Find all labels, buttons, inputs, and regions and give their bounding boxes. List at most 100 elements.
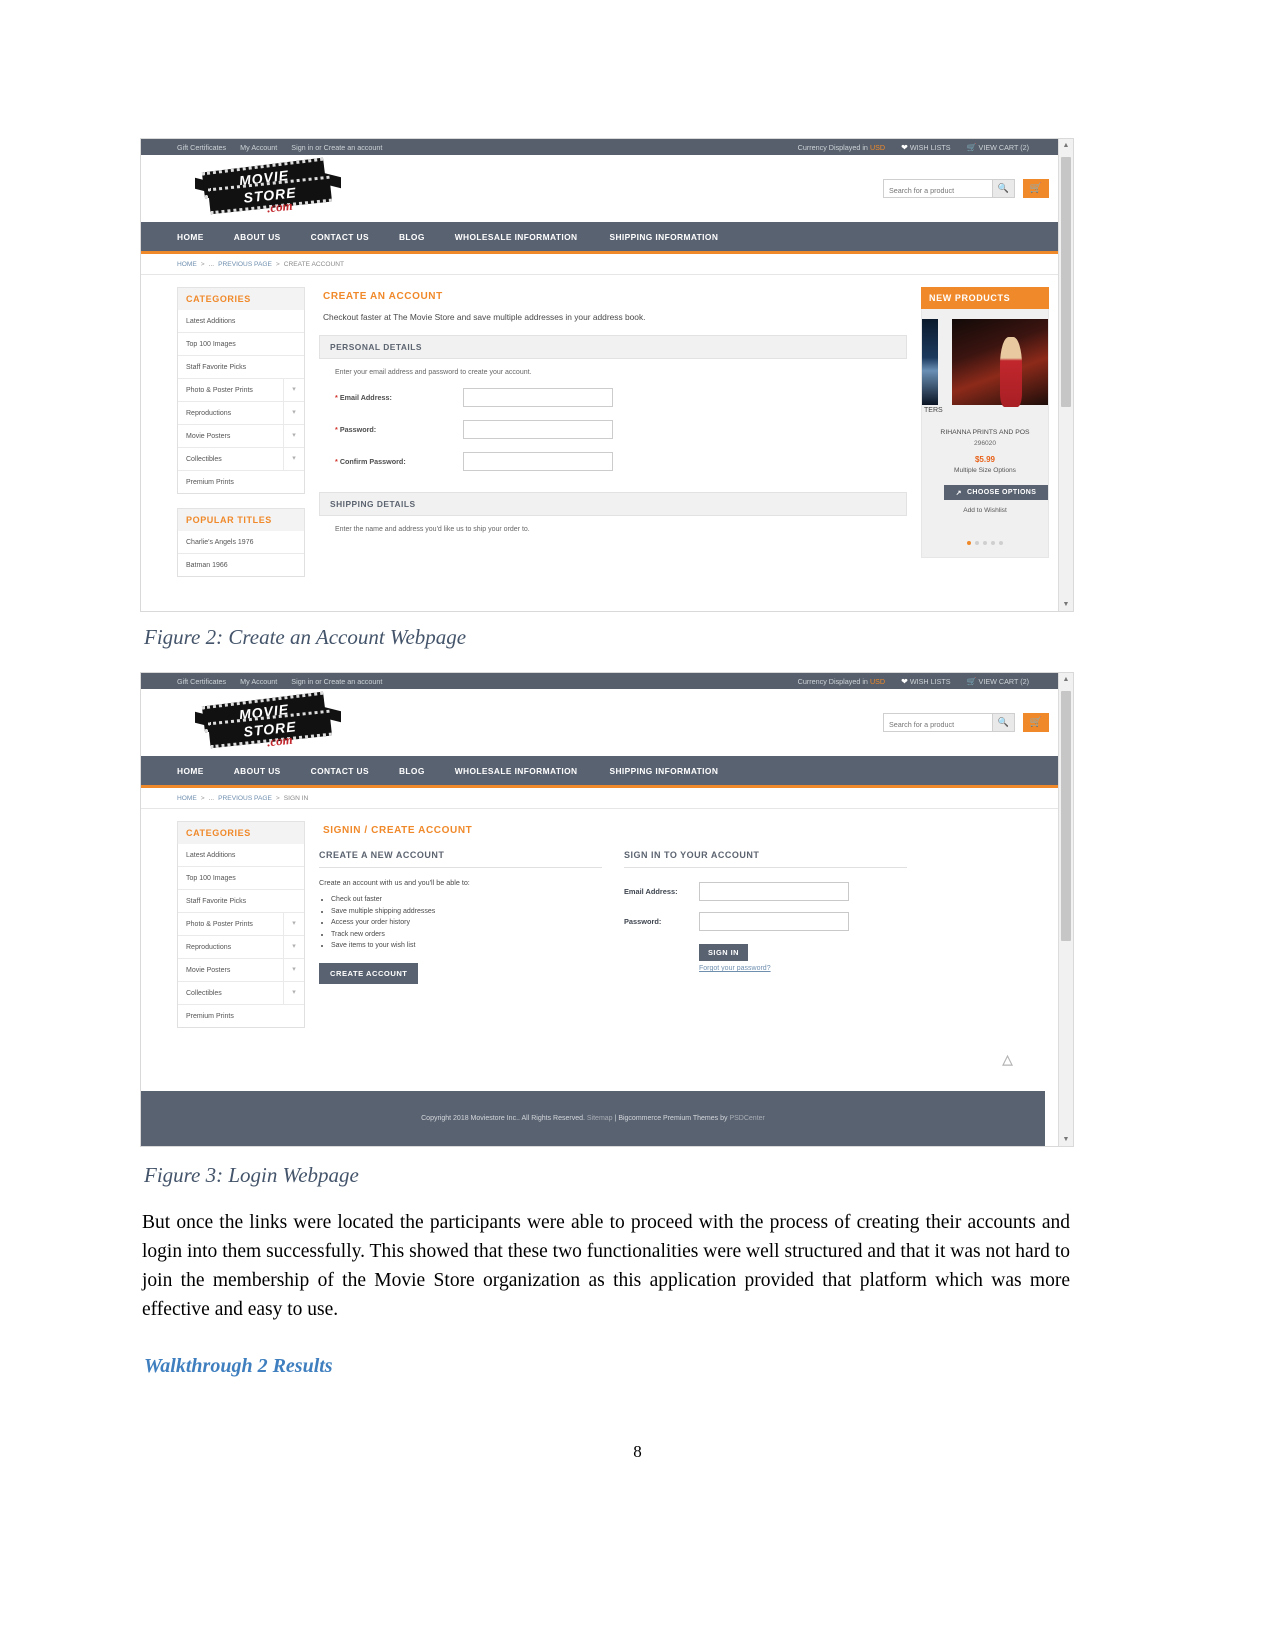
view-cart-link[interactable]: 🛒 VIEW CART (2) (967, 677, 1029, 686)
scroll-down-arrow-icon[interactable]: ▼ (1059, 598, 1073, 611)
footer-sitemap-link[interactable]: Sitemap (587, 1115, 613, 1122)
nav-item-wholesale-information[interactable]: WHOLESALE INFORMATION (455, 232, 578, 242)
sidebar-item-staff-favorite-picks[interactable]: Staff Favorite Picks (178, 356, 304, 379)
topbar-link-my-account[interactable]: My Account (240, 677, 277, 686)
search-input[interactable] (884, 182, 992, 199)
topbar-link-gift-certificates[interactable]: Gift Certificates (177, 143, 226, 152)
sidebar-item-staff-favorite-picks[interactable]: Staff Favorite Picks (178, 890, 304, 913)
currency-value[interactable]: USD (870, 143, 885, 152)
sidebar-item-latest-additions[interactable]: Latest Additions (178, 844, 304, 867)
nav-item-home[interactable]: HOME (177, 766, 204, 776)
topbar-link-my-account[interactable]: My Account (240, 143, 277, 152)
carousel-dot-4[interactable] (991, 541, 995, 545)
header-cart-button[interactable]: 🛒 (1023, 179, 1049, 198)
chevron-down-icon[interactable]: ▾ (283, 425, 304, 447)
sidebar-item-latest-additions[interactable]: Latest Additions (178, 310, 304, 333)
site-logo[interactable]: MOVIE STORE .com (195, 691, 345, 753)
heart-icon: ❤ (901, 142, 908, 152)
search-button[interactable]: 🔍 (993, 179, 1015, 198)
back-to-top-button[interactable]: ▵ (1002, 1048, 1013, 1070)
scroll-down-arrow-icon[interactable]: ▼ (1059, 1133, 1073, 1146)
breadcrumb-separator: > (275, 260, 280, 268)
header-cart-button[interactable]: 🛒 (1023, 713, 1049, 732)
popular-title-charlies-angels[interactable]: Charlie's Angels 1976 (178, 531, 304, 554)
scroll-up-arrow-icon[interactable]: ▲ (1059, 139, 1073, 152)
sidebar-item-collectibles[interactable]: Collectibles ▾ (178, 982, 304, 1005)
list-item: Save multiple shipping addresses (331, 906, 602, 918)
chevron-down-icon[interactable]: ▾ (283, 913, 304, 935)
wish-lists-link[interactable]: ❤ WISH LISTS (901, 143, 950, 152)
fig2-browser-viewport: Gift Certificates My Account Sign in or … (141, 139, 1059, 611)
nav-item-blog[interactable]: BLOG (399, 766, 425, 776)
scrollbar-thumb[interactable] (1061, 157, 1071, 407)
email-field[interactable] (463, 388, 613, 407)
scrollbar-thumb[interactable] (1061, 691, 1071, 941)
footer-theme-author-link[interactable]: PSDCenter (729, 1115, 764, 1122)
create-account-button[interactable]: CREATE ACCOUNT (319, 962, 419, 984)
chevron-down-icon[interactable]: ▾ (283, 379, 304, 401)
wish-lists-link[interactable]: ❤ WISH LISTS (901, 677, 950, 686)
carousel-dot-5[interactable] (999, 541, 1003, 545)
carousel-dot-2[interactable] (975, 541, 979, 545)
topbar-link-gift-certificates[interactable]: Gift Certificates (177, 677, 226, 686)
carousel-dot-3[interactable] (983, 541, 987, 545)
carousel-dots[interactable] (922, 532, 1048, 550)
vertical-scrollbar[interactable]: ▲ ▼ (1058, 673, 1073, 1146)
nav-item-shipping-information[interactable]: SHIPPING INFORMATION (609, 232, 718, 242)
vertical-scrollbar[interactable]: ▲ ▼ (1058, 139, 1073, 611)
currency-value[interactable]: USD (870, 677, 885, 686)
topbar-link-signin-create[interactable]: Sign in or Create an account (291, 143, 382, 152)
sidebar-item-movie-posters[interactable]: Movie Posters ▾ (178, 425, 304, 448)
sidebar-item-reproductions[interactable]: Reproductions ▾ (178, 402, 304, 425)
chevron-down-icon[interactable]: ▾ (283, 959, 304, 981)
nav-item-about-us[interactable]: ABOUT US (234, 232, 281, 242)
breadcrumb-home[interactable]: HOME (177, 795, 197, 802)
sidebar-item-photo-poster-prints[interactable]: Photo & Poster Prints ▾ (178, 379, 304, 402)
site-logo[interactable]: MOVIE STORE .com (195, 157, 345, 219)
breadcrumb-previous-page[interactable]: PREVIOUS PAGE (218, 261, 272, 268)
search-input-wrapper[interactable] (883, 713, 993, 733)
nav-item-about-us[interactable]: ABOUT US (234, 766, 281, 776)
nav-item-contact-us[interactable]: CONTACT US (311, 766, 369, 776)
sign-in-button[interactable]: SIGN IN (699, 944, 749, 961)
sidebar-item-photo-poster-prints[interactable]: Photo & Poster Prints ▾ (178, 913, 304, 936)
nav-item-contact-us[interactable]: CONTACT US (311, 232, 369, 242)
search-input[interactable] (884, 716, 992, 733)
nav-item-shipping-information[interactable]: SHIPPING INFORMATION (609, 766, 718, 776)
carousel-previous-thumbnail[interactable] (922, 319, 938, 405)
sidebar-item-top-100-images[interactable]: Top 100 Images (178, 867, 304, 890)
sidebar-item-premium-prints[interactable]: Premium Prints (178, 471, 304, 493)
scroll-up-arrow-icon[interactable]: ▲ (1059, 673, 1073, 686)
breadcrumb-previous-page[interactable]: PREVIOUS PAGE (218, 795, 272, 802)
product-name[interactable]: RIHANNA PRINTS AND POS (922, 429, 1048, 436)
add-to-wishlist-link[interactable]: Add to Wishlist (922, 507, 1048, 514)
search-button[interactable]: 🔍 (993, 713, 1015, 732)
password-field[interactable] (463, 420, 613, 439)
sidebar-item-top-100-images[interactable]: Top 100 Images (178, 333, 304, 356)
password-field[interactable] (699, 912, 849, 931)
sidebar-item-reproductions[interactable]: Reproductions ▾ (178, 936, 304, 959)
sidebar-item-collectibles[interactable]: Collectibles ▾ (178, 448, 304, 471)
logo-text-com: .com (266, 197, 294, 216)
topbar-link-signin-create[interactable]: Sign in or Create an account (291, 677, 382, 686)
carousel-dot-1[interactable] (967, 541, 971, 545)
footer-theme-credit: Bigcommerce Premium Themes by (618, 1115, 728, 1122)
popular-title-batman[interactable]: Batman 1966 (178, 554, 304, 576)
breadcrumb-home[interactable]: HOME (177, 261, 197, 268)
choose-options-button[interactable]: ↗ CHOOSE OPTIONS (944, 485, 1048, 500)
email-field[interactable] (699, 882, 849, 901)
search-input-wrapper[interactable] (883, 179, 993, 199)
nav-item-blog[interactable]: BLOG (399, 232, 425, 242)
chevron-down-icon[interactable]: ▾ (283, 448, 304, 470)
view-cart-link[interactable]: 🛒 VIEW CART (2) (967, 143, 1029, 152)
chevron-down-icon[interactable]: ▾ (283, 982, 304, 1004)
chevron-down-icon[interactable]: ▾ (283, 402, 304, 424)
forgot-password-link[interactable]: Forgot your password? (699, 965, 907, 972)
nav-item-home[interactable]: HOME (177, 232, 204, 242)
product-image[interactable] (952, 319, 1048, 407)
sidebar-item-movie-posters[interactable]: Movie Posters ▾ (178, 959, 304, 982)
nav-item-wholesale-information[interactable]: WHOLESALE INFORMATION (455, 766, 578, 776)
chevron-down-icon[interactable]: ▾ (283, 936, 304, 958)
sidebar-item-premium-prints[interactable]: Premium Prints (178, 1005, 304, 1027)
confirm-password-field[interactable] (463, 452, 613, 471)
